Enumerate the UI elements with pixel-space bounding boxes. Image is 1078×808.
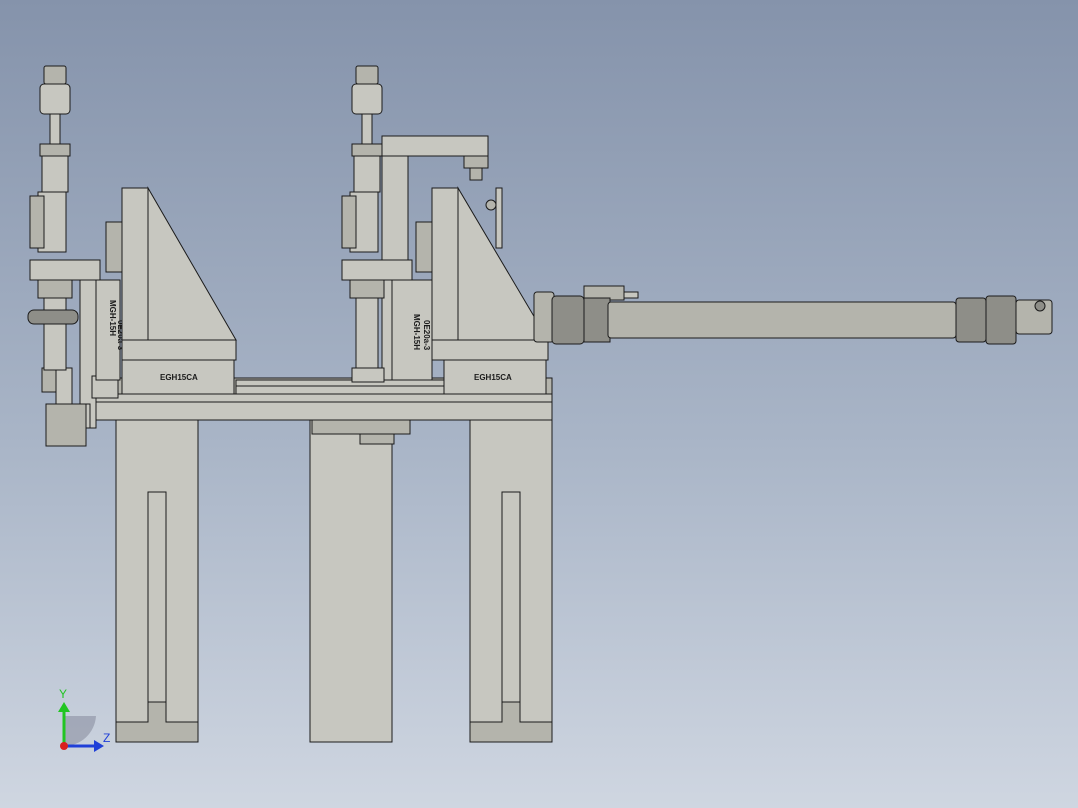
right-leg (469, 419, 553, 743)
left-gusset (121, 186, 237, 361)
horizontal-cylinder (533, 285, 1053, 345)
right-gripper: EGH15CA (443, 359, 547, 395)
assembly-drawing: MGH-15H 0E20a-3 EGH15CA MGH-15H 0E20a-3 … (27, 65, 1053, 752)
right-gusset (431, 186, 549, 361)
left-slide-label-a: MGH-15H (108, 300, 117, 336)
cad-viewport[interactable]: MGH-15H 0E20a-3 EGH15CA MGH-15H 0E20a-3 … (0, 0, 1078, 808)
right-slide-label-a: MGH-15H (412, 314, 421, 350)
z-axis-label: Z (103, 731, 110, 745)
left-gripper: EGH15CA (121, 359, 235, 395)
y-axis-arrow (58, 702, 70, 712)
left-leg (115, 419, 199, 743)
left-slide-unit: MGH-15H 0E20a-3 (95, 221, 125, 381)
triad-arc (64, 716, 96, 747)
y-axis-label: Y (59, 687, 67, 701)
right-gripper-label: EGH15CA (474, 373, 512, 382)
x-axis-dot (60, 742, 68, 750)
center-leg (309, 419, 395, 743)
axis-triad: Y Z (58, 687, 110, 752)
right-slide-label-b: 0E20a-3 (422, 320, 431, 351)
left-gripper-label: EGH15CA (160, 373, 198, 382)
